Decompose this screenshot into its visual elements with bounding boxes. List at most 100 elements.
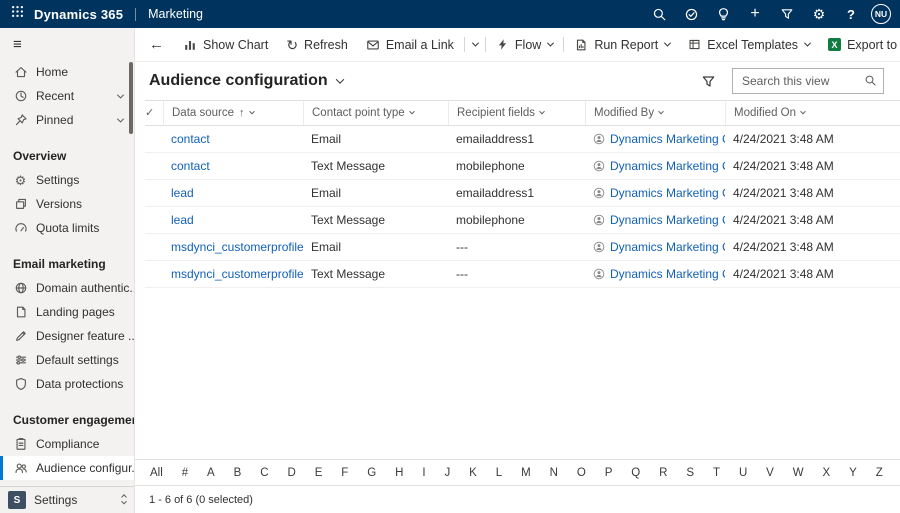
table-row[interactable]: lead Text Message mobilephone Dynamics M…	[145, 207, 900, 234]
column-header-data-source[interactable]: Data source ↑	[163, 101, 303, 125]
data-source-link[interactable]: msdynci_customerprofile	[171, 267, 303, 281]
column-header-modified-on[interactable]: Modified On	[725, 101, 900, 125]
advanced-filter-button[interactable]	[771, 0, 803, 28]
sidebar-item-designer-features[interactable]: Designer feature ...	[0, 324, 134, 348]
jump-letter[interactable]: S	[685, 467, 695, 479]
table-row[interactable]: msdynci_customerprofile Text Message ---…	[145, 261, 900, 288]
sidebar-item-audience-configuration[interactable]: Audience configur...	[0, 456, 134, 480]
sidebar-scrollbar-thumb[interactable]	[129, 62, 133, 134]
sidebar-item-recent[interactable]: Recent	[0, 84, 134, 108]
area-switcher[interactable]: S Settings	[0, 486, 134, 513]
email-a-link-button[interactable]: Email a Link	[357, 28, 463, 61]
modified-by-link[interactable]: Dynamics Marketing Custom	[610, 159, 725, 173]
jump-letter[interactable]: W	[792, 467, 805, 479]
jump-letter[interactable]: V	[765, 467, 775, 479]
jump-letter[interactable]: J	[443, 467, 451, 479]
table-row[interactable]: contact Text Message mobilephone Dynamic…	[145, 153, 900, 180]
back-button[interactable]: ←	[139, 28, 174, 61]
jump-letter[interactable]: T	[712, 467, 721, 479]
sidebar-item-home[interactable]: Home	[0, 60, 134, 84]
email-a-link-dropdown-button[interactable]	[466, 28, 484, 61]
sidebar-item-settings[interactable]: ⚙ Settings	[0, 168, 134, 192]
data-source-link[interactable]: msdynci_customerprofile	[171, 240, 303, 254]
data-source-link[interactable]: lead	[171, 186, 194, 200]
modified-by-link[interactable]: Dynamics Marketing Custom	[610, 240, 725, 254]
sidebar-item-versions[interactable]: Versions	[0, 192, 134, 216]
jump-letter[interactable]: Y	[848, 467, 858, 479]
chart-icon	[183, 38, 197, 52]
jump-letter[interactable]: F	[340, 467, 349, 479]
jump-letter[interactable]: O	[576, 467, 587, 479]
data-grid: ✓ Data source ↑ Contact point type Recip…	[135, 100, 900, 459]
excel-templates-button[interactable]: Excel Templates	[679, 28, 819, 61]
suggestions-button[interactable]	[707, 0, 739, 28]
view-selector[interactable]: Audience configuration	[149, 72, 343, 90]
sidebar-item-landing-pages[interactable]: Landing pages	[0, 300, 134, 324]
refresh-button[interactable]: ↻ Refresh	[277, 28, 357, 61]
jump-letter[interactable]: A	[206, 467, 216, 479]
search-icon[interactable]	[864, 74, 877, 87]
column-header-modified-by[interactable]: Modified By	[585, 101, 725, 125]
flow-button[interactable]: Flow	[487, 28, 562, 61]
app-launcher-button[interactable]	[0, 0, 34, 28]
sidebar-item-domain-authentication[interactable]: Domain authentic...	[0, 276, 134, 300]
sitemap-sidebar: ≡ Home Recent Pinned Overview	[0, 28, 135, 513]
run-report-button[interactable]: Run Report	[565, 28, 679, 61]
pen-icon	[13, 329, 28, 344]
modified-by-link[interactable]: Dynamics Marketing Custom	[610, 213, 725, 227]
table-row[interactable]: lead Email emailaddress1 Dynamics Market…	[145, 180, 900, 207]
jump-letter[interactable]: B	[233, 467, 243, 479]
jump-letter[interactable]: M	[520, 467, 532, 479]
jump-letter[interactable]: P	[604, 467, 614, 479]
modified-by-link[interactable]: Dynamics Marketing Custom	[610, 186, 725, 200]
jump-letter[interactable]: Q	[630, 467, 641, 479]
jump-letter[interactable]: H	[394, 467, 404, 479]
jump-letter[interactable]: R	[658, 467, 668, 479]
jump-letter[interactable]: #	[181, 467, 189, 479]
sidebar-item-pinned[interactable]: Pinned	[0, 108, 134, 132]
settings-button[interactable]: ⚙	[803, 0, 835, 28]
export-to-excel-button[interactable]: X Export to Excel	[819, 28, 900, 61]
jump-letter[interactable]: K	[468, 467, 478, 479]
command-bar: ← Show Chart ↻ Refresh Email a Link	[135, 28, 900, 62]
help-button[interactable]: ?	[835, 0, 867, 28]
jump-letter[interactable]: I	[421, 467, 426, 479]
sidebar-item-default-settings[interactable]: Default settings	[0, 348, 134, 372]
column-header-contact-point-type[interactable]: Contact point type	[303, 101, 448, 125]
sidebar-item-quota-limits[interactable]: Quota limits	[0, 216, 134, 240]
excel-templates-icon	[688, 38, 701, 51]
jump-letter[interactable]: L	[495, 467, 503, 479]
table-row[interactable]: msdynci_customerprofile Email --- Dynami…	[145, 234, 900, 261]
user-avatar[interactable]: NU	[871, 4, 891, 24]
jump-letter[interactable]: Z	[875, 467, 884, 479]
table-row[interactable]: contact Email emailaddress1 Dynamics Mar…	[145, 126, 900, 153]
jump-letter[interactable]: C	[259, 467, 269, 479]
jump-letter[interactable]: N	[549, 467, 559, 479]
jump-all[interactable]: All	[149, 467, 164, 479]
view-search-input[interactable]	[732, 68, 884, 94]
column-header-recipient-fields[interactable]: Recipient fields	[448, 101, 585, 125]
jump-letter[interactable]: G	[366, 467, 377, 479]
app-name[interactable]: Marketing	[148, 7, 203, 21]
brand-title[interactable]: Dynamics 365	[34, 7, 123, 22]
global-search-button[interactable]	[643, 0, 675, 28]
select-all-checkbox[interactable]: ✓	[145, 108, 163, 119]
data-source-link[interactable]: contact	[171, 132, 210, 146]
modified-by-link[interactable]: Dynamics Marketing Custom	[610, 132, 725, 146]
filter-icon[interactable]	[701, 74, 716, 89]
data-source-link[interactable]: contact	[171, 159, 210, 173]
task-checker-button[interactable]	[675, 0, 707, 28]
jump-letter[interactable]: X	[822, 467, 832, 479]
jump-letter[interactable]: U	[738, 467, 748, 479]
sitemap-toggle-button[interactable]: ≡	[0, 28, 134, 60]
modified-by-link[interactable]: Dynamics Marketing Custom	[610, 267, 725, 281]
quick-create-button[interactable]: +	[739, 0, 771, 28]
jump-letter[interactable]: E	[314, 467, 324, 479]
refresh-icon: ↻	[286, 38, 298, 52]
sidebar-item-data-protections[interactable]: Data protections	[0, 372, 134, 396]
show-chart-button[interactable]: Show Chart	[174, 28, 277, 61]
command-divider	[485, 37, 486, 52]
data-source-link[interactable]: lead	[171, 213, 194, 227]
sidebar-item-compliance[interactable]: Compliance	[0, 432, 134, 456]
jump-letter[interactable]: D	[286, 467, 296, 479]
